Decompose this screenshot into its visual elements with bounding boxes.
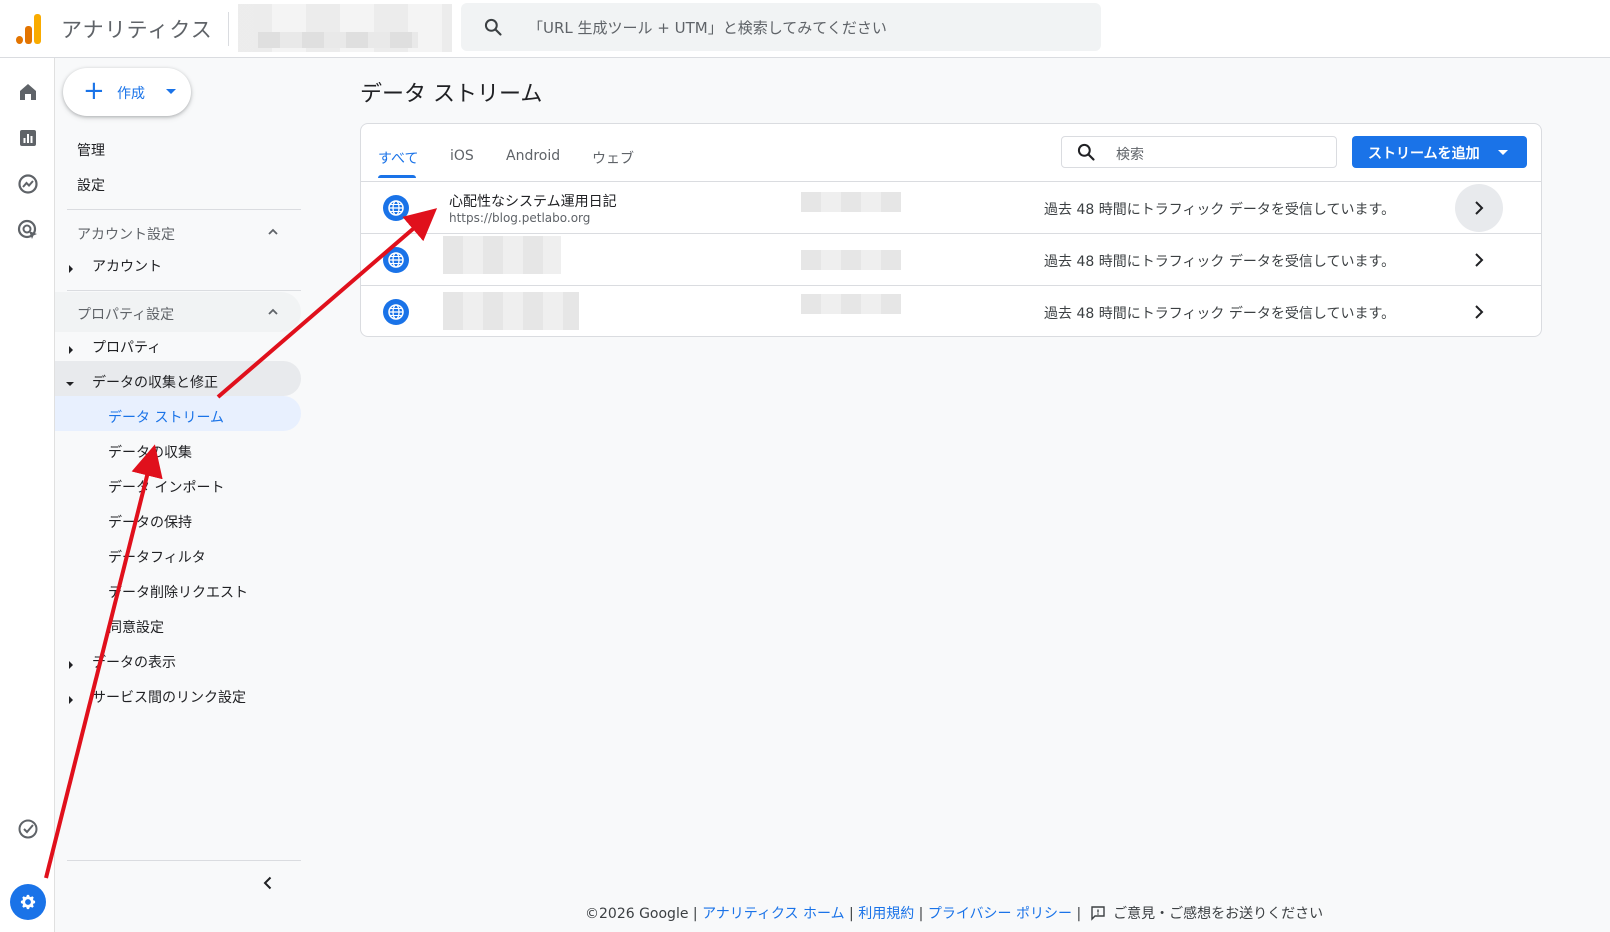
expand-arrow-icon (69, 661, 73, 669)
reports-icon[interactable] (16, 126, 40, 150)
account-selector-redacted[interactable] (238, 4, 452, 52)
stream-name: 心配性なシステム運用日記 (449, 194, 617, 210)
expand-arrow-icon (69, 265, 73, 273)
stream-row[interactable]: 心配性なシステム運用日記 https://blog.petlabo.org 過去… (361, 181, 1541, 233)
left-rail (0, 58, 55, 932)
stream-name-redacted (443, 292, 579, 330)
chevron-up-icon (268, 308, 278, 315)
stream-name-redacted (443, 236, 561, 274)
create-button[interactable]: + 作成 (63, 68, 191, 116)
nav-service-links[interactable]: サービス間のリンク設定 (92, 687, 246, 707)
chevron-right-icon (1475, 305, 1484, 319)
header-divider (228, 12, 229, 46)
plus-icon: + (83, 76, 105, 106)
stream-status: 過去 48 時間にトラフィック データを受信しています。 (1044, 202, 1396, 218)
tab-all[interactable]: すべて (378, 148, 418, 168)
web-globe-icon (383, 195, 409, 221)
home-icon[interactable] (16, 80, 40, 104)
stream-id-redacted (801, 192, 901, 212)
explore-icon[interactable] (16, 172, 40, 196)
nav-data-filters[interactable]: データフィルタ (108, 547, 206, 567)
footer-copyright: ©2026 Google | (585, 906, 698, 922)
stream-search-placeholder: 検索 (1116, 147, 1144, 163)
stream-row[interactable]: 過去 48 時間にトラフィック データを受信しています。 (361, 285, 1541, 336)
open-stream-button[interactable] (1455, 288, 1503, 336)
caret-down-icon (1498, 150, 1508, 155)
top-bar: アナリティクス 「URL 生成ツール + UTM」と検索してみてください (0, 0, 1610, 58)
stream-search-input[interactable]: 検索 (1061, 136, 1337, 168)
nav-consent-settings[interactable]: 同意設定 (108, 617, 164, 637)
global-search-bar[interactable]: 「URL 生成ツール + UTM」と検索してみてください (461, 3, 1101, 51)
nav-divider (67, 290, 301, 291)
active-tab-indicator (378, 175, 416, 178)
collapse-nav-chevron-left-icon[interactable] (260, 875, 276, 891)
admin-gear-button[interactable] (10, 884, 46, 920)
web-globe-icon (383, 247, 409, 273)
search-icon (1077, 143, 1095, 161)
web-globe-icon (383, 299, 409, 325)
nav-property[interactable]: プロパティ (92, 337, 161, 357)
tab-web[interactable]: ウェブ (592, 148, 634, 168)
stream-id-redacted (801, 294, 901, 314)
chevron-up-icon (268, 228, 278, 235)
add-stream-button[interactable]: ストリームを追加 (1352, 136, 1527, 168)
page-title: データ ストリーム (360, 82, 543, 107)
admin-nav-panel: + 作成 管理 設定 アカウント設定 アカウント プロパティ設定 プロパティ デ… (55, 58, 305, 932)
property-section-label: プロパティ設定 (77, 307, 175, 323)
create-label: 作成 (117, 86, 145, 102)
app-title[interactable]: アナリティクス (61, 14, 213, 44)
global-search-placeholder: 「URL 生成ツール + UTM」と検索してみてください (528, 19, 887, 37)
property-settings-section[interactable]: プロパティ設定 (55, 292, 301, 332)
stream-id-redacted (801, 250, 901, 270)
nav-data-retention[interactable]: データの保持 (108, 512, 192, 532)
collapse-arrow-icon (66, 382, 74, 386)
gear-icon (20, 894, 36, 910)
nav-data-display[interactable]: データの表示 (92, 652, 176, 672)
analytics-logo-icon[interactable] (14, 12, 42, 44)
nav-data-import[interactable]: データ インポート (108, 477, 224, 497)
expand-arrow-icon (69, 696, 73, 704)
streams-card: すべて iOS Android ウェブ 検索 ストリームを追加 心配性なシステム… (360, 123, 1542, 337)
search-icon (484, 18, 502, 36)
chevron-right-icon (1475, 253, 1484, 267)
nav-data-collection[interactable]: データの収集 (108, 442, 192, 462)
feedback-icon (1090, 906, 1105, 921)
add-stream-label: ストリームを追加 (1368, 146, 1480, 162)
nav-data-collection-group[interactable]: データの収集と修正 (92, 372, 218, 392)
footer-separator: | (918, 906, 924, 922)
account-settings-section[interactable]: アカウント設定 (55, 212, 301, 252)
stream-status: 過去 48 時間にトラフィック データを受信しています。 (1044, 306, 1396, 322)
footer-terms-link[interactable]: 利用規約 (858, 906, 914, 922)
footer-privacy-link[interactable]: プライバシー ポリシー (928, 906, 1072, 922)
footer-separator: | (1076, 906, 1082, 922)
stream-row[interactable]: 過去 48 時間にトラフィック データを受信しています。 (361, 233, 1541, 285)
stream-status: 過去 48 時間にトラフィック データを受信しています。 (1044, 254, 1396, 270)
tab-ios[interactable]: iOS (450, 148, 474, 164)
nav-data-streams[interactable]: データ ストリーム (108, 407, 224, 427)
footer: ©2026 Google | アナリティクス ホーム | 利用規約 | プライバ… (585, 903, 1323, 923)
tab-android[interactable]: Android (506, 148, 560, 164)
nav-settings[interactable]: 設定 (77, 175, 105, 195)
caret-down-icon (166, 89, 176, 94)
nav-data-deletion[interactable]: データ削除リクエスト (108, 582, 248, 602)
footer-separator: | (849, 906, 854, 922)
nav-account[interactable]: アカウント (92, 256, 162, 276)
nav-admin[interactable]: 管理 (77, 140, 105, 160)
footer-feedback-link[interactable]: ご意見・ご感想をお送りください (1113, 906, 1323, 922)
advertising-icon[interactable] (16, 218, 40, 242)
stream-url: https://blog.petlabo.org (449, 211, 591, 225)
insights-check-icon[interactable] (16, 817, 40, 841)
open-stream-button[interactable] (1455, 184, 1503, 232)
nav-bottom-divider (67, 860, 301, 861)
account-section-label: アカウント設定 (77, 227, 175, 243)
chevron-right-icon (1475, 201, 1484, 215)
nav-divider (67, 209, 301, 210)
footer-analytics-home-link[interactable]: アナリティクス ホーム (702, 906, 845, 922)
expand-arrow-icon (69, 346, 73, 354)
open-stream-button[interactable] (1455, 236, 1503, 284)
